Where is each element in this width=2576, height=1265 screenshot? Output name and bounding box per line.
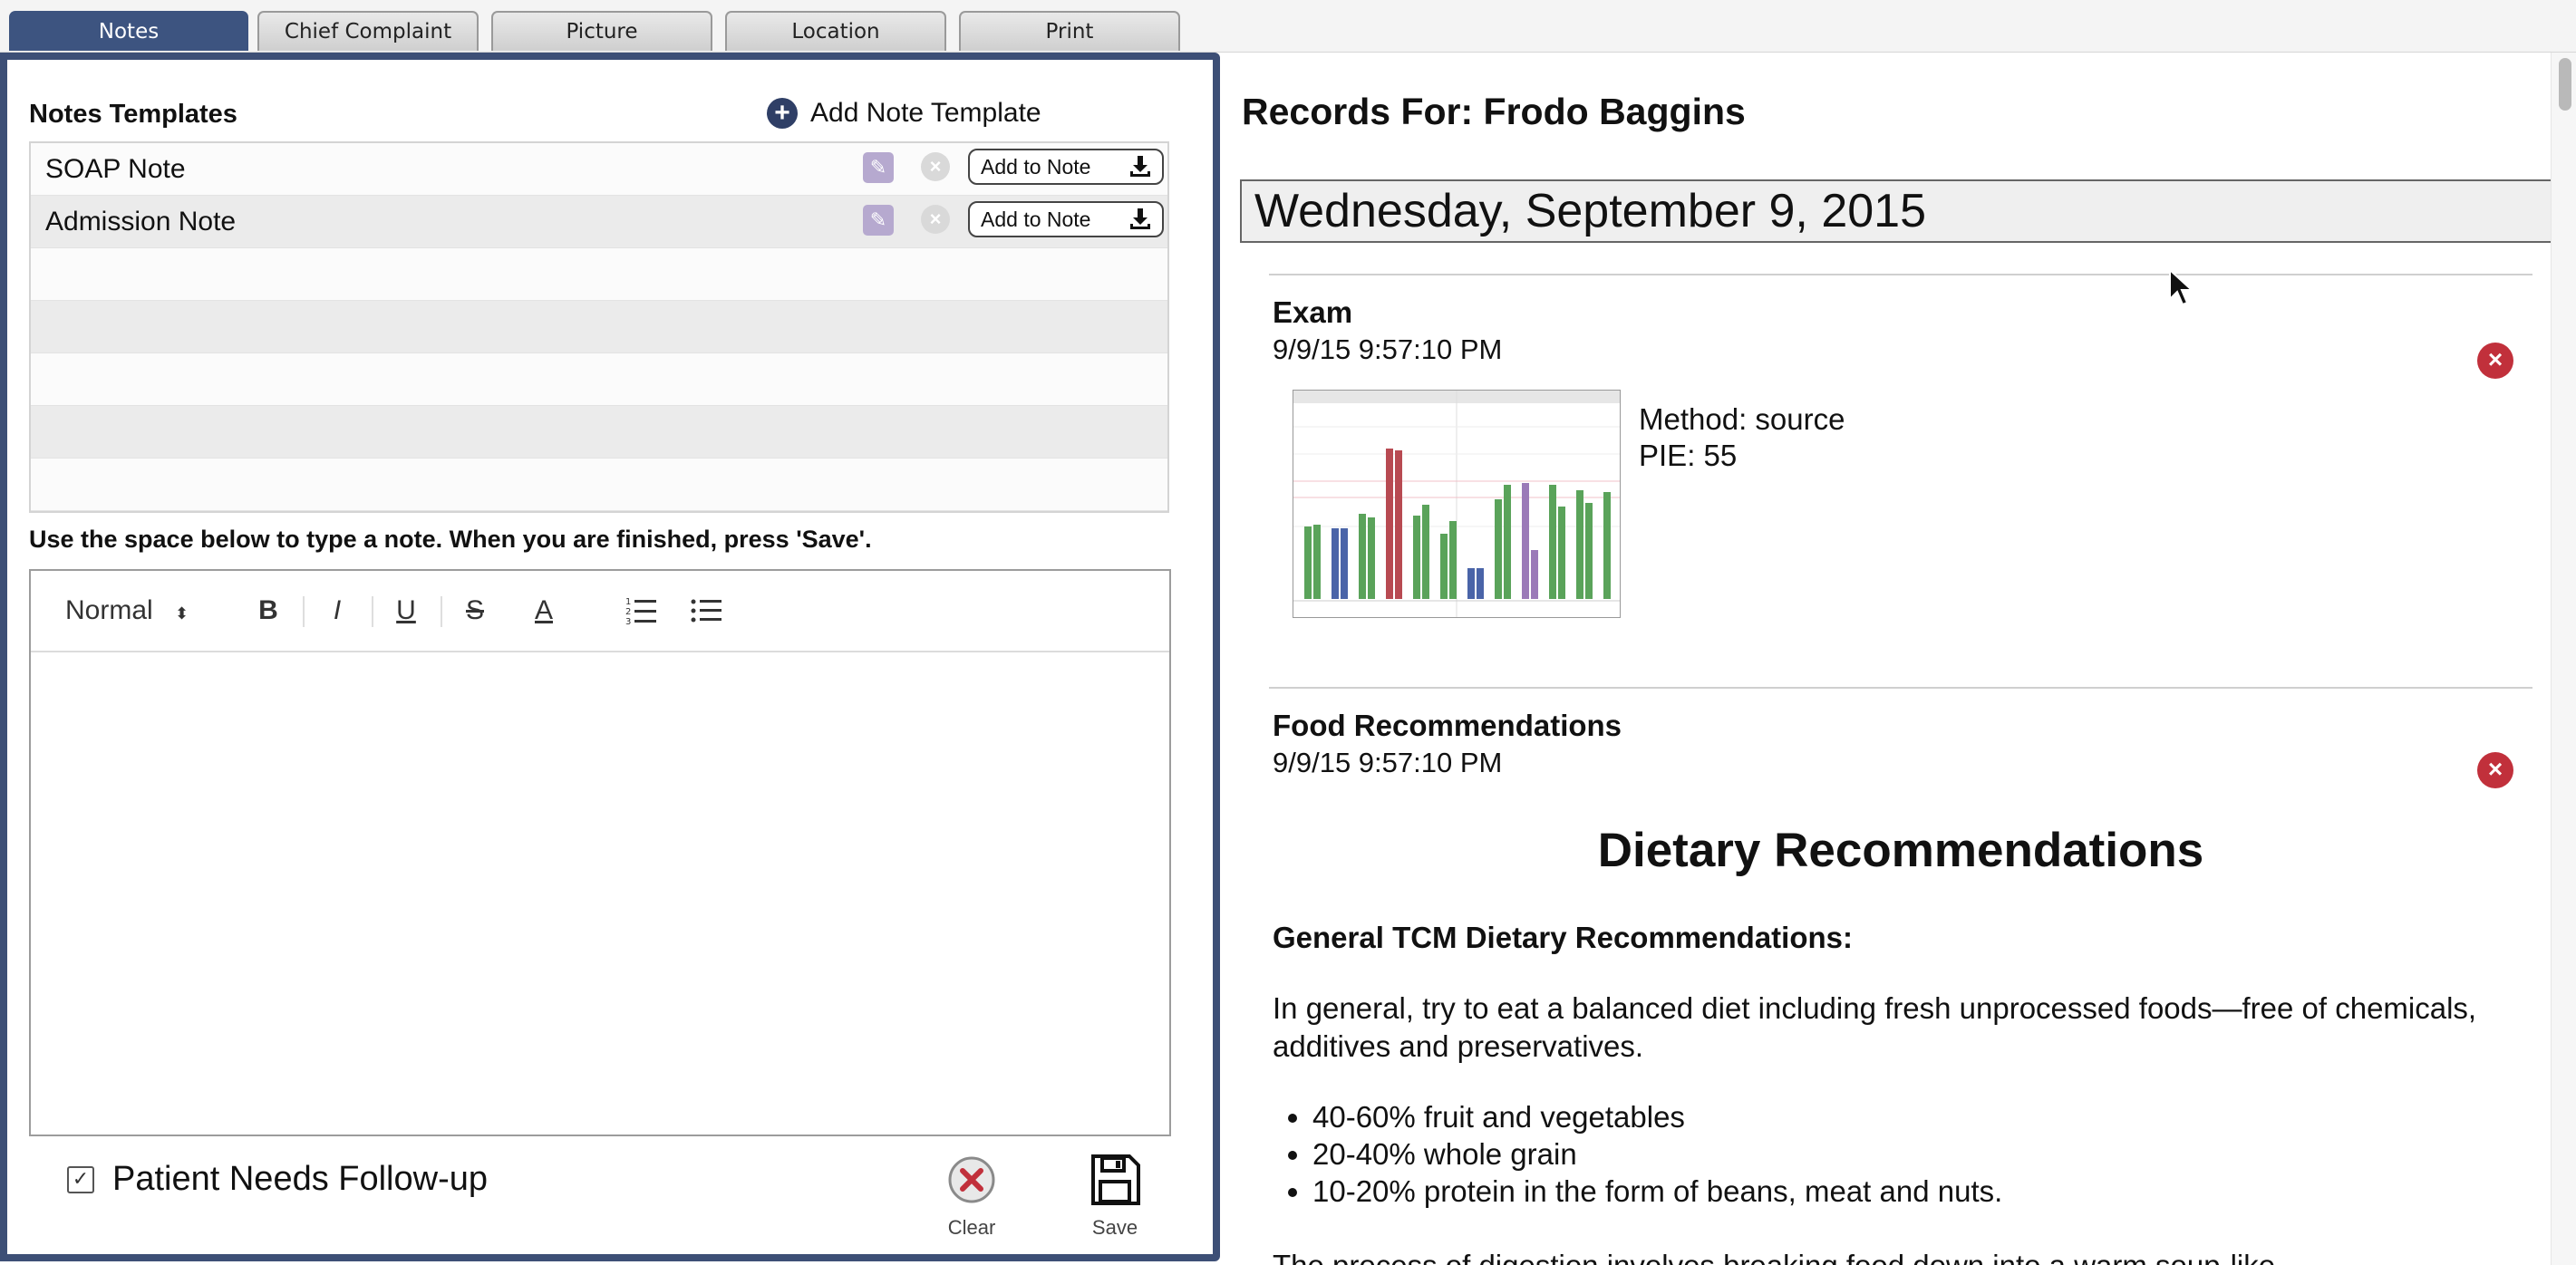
- divider: [1269, 274, 2532, 275]
- checkbox-checked-icon[interactable]: ✓: [67, 1165, 94, 1193]
- add-note-template-button[interactable]: + Add Note Template: [767, 98, 1041, 129]
- ordered-list-icon[interactable]: 1 2 3: [624, 593, 660, 629]
- empty-row: [31, 248, 1167, 301]
- dietary-list: 40-60% fruit and vegetables 20-40% whole…: [1273, 1098, 2002, 1210]
- dietary-heading: Dietary Recommendations: [1597, 824, 2204, 877]
- pencil-icon[interactable]: ✎: [863, 152, 894, 183]
- records-title: Records For: Frodo Baggins: [1242, 91, 1746, 132]
- add-to-note-label: Add to Note: [981, 207, 1091, 231]
- empty-row: [31, 353, 1167, 406]
- templates-title: Notes Templates: [29, 100, 237, 129]
- notes-panel: Notes Templates + Add Note Template SOAP…: [0, 53, 1220, 1261]
- template-name: Admission Note: [45, 207, 237, 237]
- tab-print[interactable]: Print: [959, 11, 1180, 51]
- list-item: 40-60% fruit and vegetables: [1312, 1098, 2002, 1135]
- tab-bar: Notes Chief Complaint Picture Location P…: [0, 0, 2576, 53]
- toolbar-separator: [303, 596, 305, 627]
- note-instructions: Use the space below to type a note. When…: [29, 526, 872, 553]
- plus-circle-icon: +: [767, 98, 798, 129]
- svg-text:1: 1: [625, 597, 631, 607]
- follow-up-label: Patient Needs Follow-up: [112, 1160, 488, 1198]
- dietary-paragraph: In general, try to eat a balanced diet i…: [1273, 991, 2477, 1063]
- empty-row: [31, 406, 1167, 459]
- text-color-button[interactable]: A: [526, 593, 562, 629]
- record-timestamp: 9/9/15 9:57:10 PM: [1273, 747, 1503, 778]
- x-circle-icon: [948, 1156, 995, 1203]
- mouse-cursor-icon: [2169, 268, 2194, 306]
- record-title: Exam: [1273, 295, 1353, 329]
- floppy-disk-icon: [1091, 1154, 1140, 1205]
- templates-list: SOAP Note ✎ × Add to Note Admission Note…: [29, 141, 1169, 513]
- tab-location[interactable]: Location: [725, 11, 946, 51]
- empty-row: [31, 301, 1167, 353]
- tab-notes[interactable]: Notes: [9, 11, 248, 51]
- scrollbar-thumb[interactable]: [2559, 58, 2571, 111]
- divider: [1269, 687, 2532, 689]
- empty-row: [31, 459, 1167, 511]
- download-icon: [1130, 156, 1150, 177]
- bold-button[interactable]: B: [250, 593, 286, 629]
- save-button[interactable]: Save: [1088, 1153, 1142, 1240]
- records-scrollbar[interactable]: [2551, 53, 2576, 1265]
- editor-toolbar: Normal ⬍ B I U S A 1 2 3: [31, 571, 1169, 652]
- italic-button[interactable]: I: [319, 593, 355, 629]
- list-item: 10-20% protein in the form of beans, mea…: [1312, 1173, 2002, 1210]
- exam-method: Method: source: [1639, 402, 1845, 436]
- record-title: Food Recommendations: [1273, 709, 1622, 742]
- strikethrough-button[interactable]: S: [457, 593, 493, 629]
- tab-chief-complaint[interactable]: Chief Complaint: [257, 11, 479, 51]
- underline-button[interactable]: U: [388, 593, 424, 629]
- svg-text:2: 2: [625, 607, 631, 617]
- add-to-note-button[interactable]: Add to Note: [968, 201, 1164, 237]
- exam-chart-thumbnail[interactable]: [1293, 390, 1621, 618]
- download-icon: [1130, 208, 1150, 229]
- clear-label: Clear: [947, 1216, 996, 1239]
- template-name: SOAP Note: [45, 154, 186, 184]
- empty-row: [31, 511, 1167, 513]
- template-row: SOAP Note ✎ × Add to Note: [31, 143, 1167, 196]
- format-select-value: Normal: [65, 595, 153, 625]
- tab-picture[interactable]: Picture: [491, 11, 712, 51]
- note-text-area[interactable]: [31, 652, 1169, 1135]
- template-row: Admission Note ✎ × Add to Note: [31, 196, 1167, 248]
- toolbar-separator: [372, 596, 373, 627]
- records-panel: Records For: Frodo Baggins Wednesday, Se…: [1225, 53, 2576, 1265]
- list-item: 20-40% whole grain: [1312, 1135, 2002, 1173]
- x-circle-icon[interactable]: ×: [2477, 752, 2513, 788]
- dietary-subheading: General TCM Dietary Recommendations:: [1273, 921, 1853, 954]
- x-circle-icon[interactable]: ×: [921, 152, 950, 181]
- toolbar-separator: [441, 596, 442, 627]
- pencil-icon[interactable]: ✎: [863, 205, 894, 236]
- follow-up-checkbox[interactable]: ✓ Patient Needs Follow-up: [67, 1160, 488, 1199]
- note-editor: Normal ⬍ B I U S A 1 2 3: [29, 569, 1171, 1136]
- save-label: Save: [1091, 1216, 1138, 1239]
- svg-text:3: 3: [625, 617, 631, 627]
- add-note-template-label: Add Note Template: [810, 98, 1041, 128]
- record-timestamp: 9/9/15 9:57:10 PM: [1273, 333, 1503, 365]
- exam-pie: PIE: 55: [1639, 439, 1738, 472]
- dietary-paragraph-cutoff: The process of digestion involves breaki…: [1273, 1247, 2523, 1265]
- x-circle-icon[interactable]: ×: [2477, 343, 2513, 379]
- select-arrows-icon: ⬍: [175, 604, 189, 623]
- x-circle-icon[interactable]: ×: [921, 205, 950, 234]
- format-select[interactable]: Normal ⬍: [65, 593, 189, 629]
- add-to-note-button[interactable]: Add to Note: [968, 149, 1164, 185]
- exam-bar-chart-image: [1293, 391, 1620, 617]
- clear-button[interactable]: Clear: [944, 1153, 999, 1240]
- bullet-list-icon[interactable]: [689, 593, 725, 629]
- records-date: Wednesday, September 9, 2015: [1240, 179, 2552, 243]
- add-to-note-label: Add to Note: [981, 154, 1091, 179]
